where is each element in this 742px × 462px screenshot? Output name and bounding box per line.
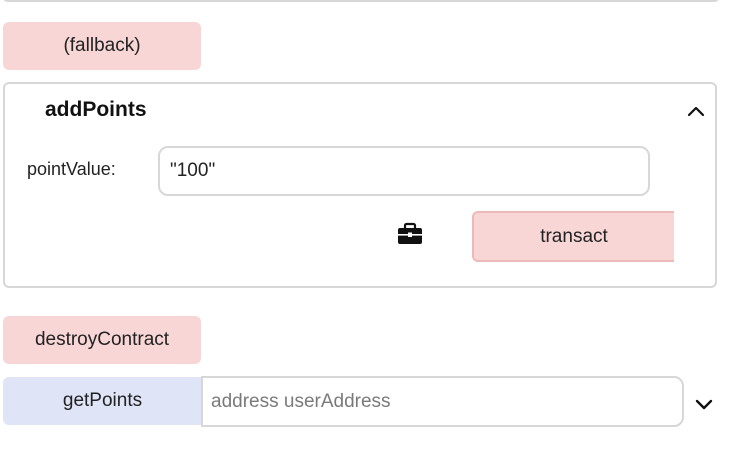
function-title: addPoints [45,98,147,121]
get-points-button[interactable]: getPoints [3,377,202,425]
chevron-down-icon[interactable] [694,394,714,414]
chevron-up-icon[interactable] [687,102,705,120]
point-value-input[interactable] [158,146,650,196]
fallback-button[interactable]: (fallback) [3,22,201,70]
transact-button[interactable]: transact [472,211,674,262]
addpoints-function-panel: addPoints pointValue: transact [3,82,717,288]
point-value-label: pointValue: [27,159,116,179]
user-address-input[interactable] [201,376,684,427]
previous-panel-edge [2,0,720,2]
destroy-contract-button[interactable]: destroyContract [3,316,201,364]
briefcase-icon[interactable] [397,222,423,246]
